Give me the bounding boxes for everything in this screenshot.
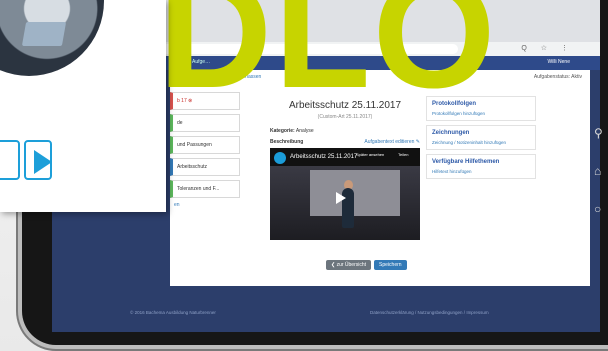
- back-to-overview-button[interactable]: ❮ zur Übersicht: [326, 260, 372, 270]
- footer-links[interactable]: Datenschutzerklärung / Nutzungsbedingung…: [370, 310, 489, 315]
- panel-drawings-title: Zeichnungen: [432, 130, 470, 136]
- laptop-illustration: [21, 22, 67, 46]
- user-menu[interactable]: Willi Nene: [547, 59, 570, 65]
- share-button[interactable]: Teilen: [398, 152, 408, 157]
- task-detail: Arbeitsschutz 25.11.2017 (Custom-Art 25.…: [270, 100, 420, 240]
- video-player[interactable]: Arbeitsschutz 25.11.2017 Später ansehen …: [270, 148, 420, 240]
- panel-drawings: Zeichnungen Zeichnung / Notizeninhalt hi…: [426, 125, 536, 150]
- action-bar: ❮ zur Übersicht Speichern: [326, 260, 407, 270]
- page-footer: © 2016 Bachema Ausbildung Naturbrenner D…: [52, 286, 600, 332]
- play-control[interactable]: [24, 140, 52, 180]
- video-title: Arbeitsschutz 25.11.2017: [290, 154, 358, 160]
- task-list-link[interactable]: en: [170, 202, 240, 208]
- add-drawing-link[interactable]: Zeichnung / Notizeninhalt hinzufügen: [432, 140, 530, 145]
- channel-logo-icon: [274, 152, 286, 164]
- task-status: Aufgabenstatus: Aktiv: [533, 74, 582, 80]
- task-item-4[interactable]: Arbeitsschutz: [170, 158, 240, 176]
- watch-later-button[interactable]: Später ansehen: [356, 152, 384, 157]
- panel-help: Verfügbare Hilfethemen Hilfetext hinzufü…: [426, 154, 536, 179]
- promo-photo: [0, 0, 104, 76]
- task-item-5[interactable]: Toleranzen und F...: [170, 180, 240, 198]
- home-icon[interactable]: ⌂: [594, 164, 601, 178]
- video-screen-backdrop: [310, 170, 400, 216]
- brand-lettering: DLO: [158, 0, 498, 121]
- footer-copyright: © 2016 Bachema Ausbildung Naturbrenner: [130, 310, 216, 315]
- category-row: Kategorie: Analyse: [270, 128, 420, 134]
- category-value: Analyse: [295, 128, 314, 134]
- stage: ptfi…rung.ch/?1462 Q ☆ ⋮ Aufge… Willi Ne…: [0, 0, 608, 351]
- play-icon[interactable]: [336, 192, 346, 204]
- panel-help-title: Verfügbare Hilfethemen: [432, 159, 500, 165]
- edit-description-link[interactable]: Aufgabentext editieren ✎: [364, 139, 420, 145]
- description-label: Beschreibung: [270, 139, 304, 145]
- back-icon[interactable]: ⚲: [594, 126, 603, 140]
- category-label: Kategorie:: [270, 128, 295, 134]
- description-row: Beschreibung Aufgabentext editieren ✎: [270, 139, 420, 145]
- prev-control[interactable]: [0, 140, 20, 180]
- browser-toolbar-icons[interactable]: Q ☆ ⋮: [521, 44, 574, 52]
- task-item-3[interactable]: und Passungen: [170, 136, 240, 154]
- play-triangle-icon: [34, 150, 52, 174]
- promo-card: [0, 0, 166, 212]
- recent-apps-icon[interactable]: ○: [594, 202, 601, 216]
- save-button[interactable]: Speichern: [374, 260, 407, 270]
- add-help-link[interactable]: Hilfetext hinzufügen: [432, 169, 530, 174]
